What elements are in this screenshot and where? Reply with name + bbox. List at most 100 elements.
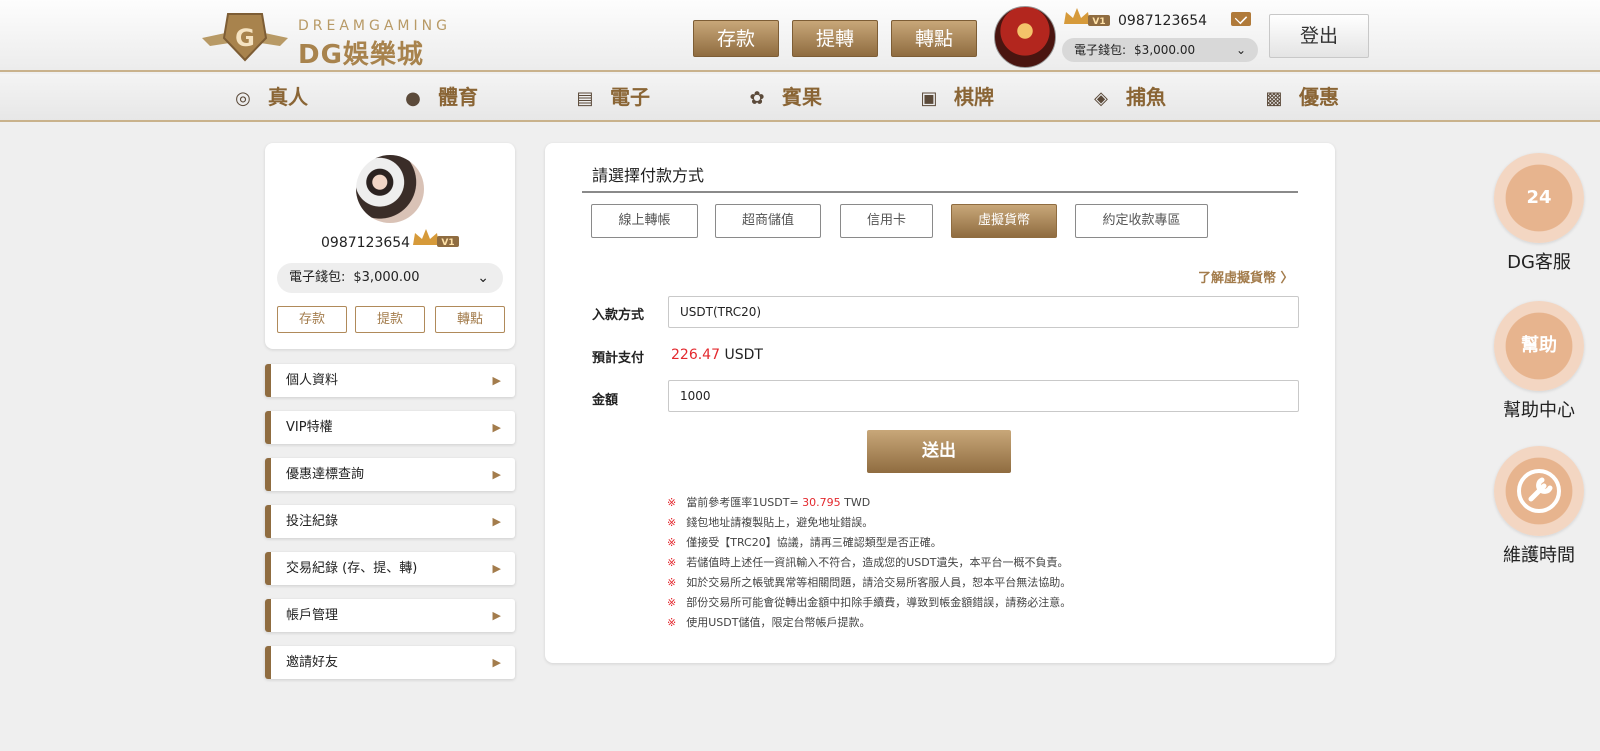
submit-button[interactable]: 送出 — [867, 430, 1011, 473]
note-text: 使用USDT儲值，限定台幣帳戶提款。 — [686, 616, 871, 629]
tab-online-transfer[interactable]: 線上轉帳 — [591, 204, 698, 238]
note-item: ※ 錢包地址請複製貼上，避免地址錯誤。 — [667, 513, 1071, 533]
amount-input[interactable]: 1000 — [668, 380, 1299, 412]
note-mark: ※ — [667, 616, 677, 629]
chevron-down-icon: ⌄ — [1235, 43, 1246, 57]
note-text: 僅接受【TRC20】協議，請再三確認類型是否正確。 — [686, 536, 942, 549]
avatar[interactable] — [994, 6, 1056, 68]
nav-item-live[interactable]: ◎ 真人 — [232, 74, 308, 120]
maintenance-button[interactable] — [1494, 446, 1584, 536]
note-item: ※ 如於交易所之帳號異常等相關問題，請洽交易所客服人員，恕本平台無法協助。 — [667, 573, 1071, 593]
note-item: ※ 當前參考匯率1USDT= 30.795 TWD — [667, 493, 1071, 513]
caret-right-icon: ▶ — [492, 421, 501, 434]
menu-item-promo-query[interactable]: 優惠達標查詢 ▶ — [265, 458, 515, 491]
deposit-button[interactable]: 存款 — [693, 20, 779, 57]
note-item: ※ 部份交易所可能會從轉出金額中扣除手續費，導致到帳金額錯誤，請務必注意。 — [667, 593, 1071, 613]
vip-badge: V1 — [1092, 17, 1105, 27]
logout-button[interactable]: 登出 — [1269, 14, 1369, 58]
nav-item-sports[interactable]: ● 體育 — [402, 74, 478, 120]
withdraw-button[interactable]: 提轉 — [792, 20, 878, 57]
rate-unit: TWD — [844, 496, 871, 509]
wallet-label: 電子錢包: — [1074, 43, 1127, 57]
caret-right-icon: ▶ — [492, 562, 501, 575]
headset-24-icon: 24 — [1514, 173, 1564, 223]
note-text: 如於交易所之帳號異常等相關問題，請洽交易所客服人員，恕本平台無法協助。 — [686, 576, 1072, 589]
payment-panel: 請選擇付款方式 線上轉帳 超商儲值 信用卡 虛擬貨幣 約定收款專區 了解虛擬貨幣… — [545, 143, 1335, 663]
dg-emblem-icon: G — [202, 13, 288, 62]
wallet-dropdown[interactable]: 電子錢包: $3,000.00 ⌄ — [1062, 38, 1258, 62]
bingo-icon: ✿ — [749, 88, 765, 109]
tab-credit-card[interactable]: 信用卡 — [840, 204, 933, 238]
nav-label: 棋牌 — [954, 85, 994, 109]
ball-icon: ● — [405, 88, 421, 109]
tab-crypto[interactable]: 虛擬貨幣 — [951, 204, 1057, 238]
username: 0987123654 — [1118, 13, 1208, 29]
nav-item-bingo[interactable]: ✿ 賓果 — [746, 74, 822, 120]
menu-item-invite[interactable]: 邀請好友 ▶ — [265, 646, 515, 679]
note-text: 錢包地址請複製貼上，避免地址錯誤。 — [686, 516, 874, 529]
logo-subtitle: DREAMGAMING — [298, 18, 451, 34]
svg-text:G: G — [235, 24, 255, 52]
note-item: ※ 若儲值時上述任一資訊輸入不符合，造成您的USDT遺失，本平台一概不負責。 — [667, 553, 1071, 573]
menu-label: VIP特權 — [286, 420, 333, 435]
icon-text: 24 — [1526, 187, 1552, 208]
maintenance-label: 維護時間 — [1503, 545, 1575, 566]
menu-item-account[interactable]: 帳戶管理 ▶ — [265, 599, 515, 632]
nav-label: 捕魚 — [1126, 85, 1166, 109]
note-item: ※ 使用USDT儲值，限定台幣帳戶提款。 — [667, 613, 1071, 633]
note-mark: ※ — [667, 576, 677, 589]
method-field[interactable]: USDT(TRC20) — [668, 296, 1299, 328]
divider — [582, 191, 1298, 193]
tab-convenience-store[interactable]: 超商儲值 — [715, 204, 821, 238]
page-title: 請選擇付款方式 — [592, 166, 705, 185]
profile-withdraw-button[interactable]: 提款 — [355, 306, 425, 333]
dg-logo[interactable]: G DREAMGAMING DG娛樂城 — [200, 8, 451, 70]
note-text: 部份交易所可能會從轉出金額中扣除手續費，導致到帳金額錯誤，請務必注意。 — [686, 596, 1072, 609]
transfer-button[interactable]: 轉點 — [891, 20, 977, 57]
nav-label: 真人 — [268, 85, 308, 109]
profile-avatar — [356, 155, 424, 223]
nav-item-fishing[interactable]: ◈ 捕魚 — [1090, 74, 1166, 120]
mail-icon[interactable] — [1231, 12, 1251, 26]
menu-item-profile[interactable]: 個人資料 ▶ — [265, 364, 515, 397]
nav-label: 體育 — [438, 85, 478, 109]
caret-right-icon: ▶ — [492, 468, 501, 481]
learn-crypto-link[interactable]: 了解虛擬貨幣 〉 — [1198, 267, 1294, 286]
customer-service-button[interactable]: 24 — [1494, 153, 1584, 243]
fish-icon: ◈ — [1094, 88, 1108, 109]
menu-item-vip[interactable]: VIP特權 ▶ — [265, 411, 515, 444]
top-header: G DREAMGAMING DG娛樂城 存款 提轉 轉點 V1 09871236… — [0, 0, 1600, 72]
wrench-icon — [1517, 469, 1561, 513]
note-mark: ※ — [667, 536, 677, 549]
gift-icon: ▩ — [1265, 88, 1283, 109]
tab-agreed-collection[interactable]: 約定收款專區 — [1075, 204, 1208, 238]
icon-text: 幫助 — [1521, 335, 1557, 356]
crown-vip-icon: V1 — [1064, 8, 1110, 27]
profile-transfer-button[interactable]: 轉點 — [435, 306, 505, 333]
nav-item-promo[interactable]: ▩ 優惠 — [1263, 74, 1339, 120]
estimate-label: 預計支付 — [592, 351, 645, 366]
menu-label: 帳戶管理 — [286, 608, 339, 623]
help-center-button[interactable]: 幫助 — [1494, 301, 1584, 391]
main-nav: ◎ 真人 ● 體育 ▤ 電子 ✿ 賓果 ▣ 棋牌 ◈ 捕魚 ▩ 優惠 — [0, 74, 1600, 122]
menu-item-transactions[interactable]: 交易紀錄 (存、提、轉) ▶ — [265, 552, 515, 585]
rate-value: 30.795 — [802, 496, 841, 509]
menu-item-bet-records[interactable]: 投注紀錄 ▶ — [265, 505, 515, 538]
note-text: 若儲值時上述任一資訊輸入不符合，造成您的USDT遺失，本平台一概不負責。 — [686, 556, 1069, 569]
nav-label: 電子 — [610, 85, 650, 109]
help-icon: 幫助 — [1514, 321, 1564, 371]
notes-list: ※ 當前參考匯率1USDT= 30.795 TWD ※ 錢包地址請複製貼上，避免地址… — [667, 493, 1071, 633]
nav-item-slots[interactable]: ▤ 電子 — [574, 74, 650, 120]
profile-deposit-button[interactable]: 存款 — [277, 306, 347, 333]
help-center-label: 幫助中心 — [1503, 400, 1575, 421]
amount-label: 金額 — [592, 393, 619, 408]
caret-right-icon: ▶ — [492, 656, 501, 669]
nav-item-cards[interactable]: ▣ 棋牌 — [918, 74, 994, 120]
caret-right-icon: ▶ — [492, 515, 501, 528]
chevron-down-icon: ⌄ — [477, 270, 489, 286]
estimate-value: 226.47 USDT — [671, 347, 763, 363]
cards-icon: ▣ — [920, 88, 938, 109]
note-mark: ※ — [667, 496, 677, 509]
profile-wallet-dropdown[interactable]: 電子錢包: $3,000.00 ⌄ — [277, 263, 503, 293]
nav-label: 優惠 — [1299, 85, 1339, 109]
